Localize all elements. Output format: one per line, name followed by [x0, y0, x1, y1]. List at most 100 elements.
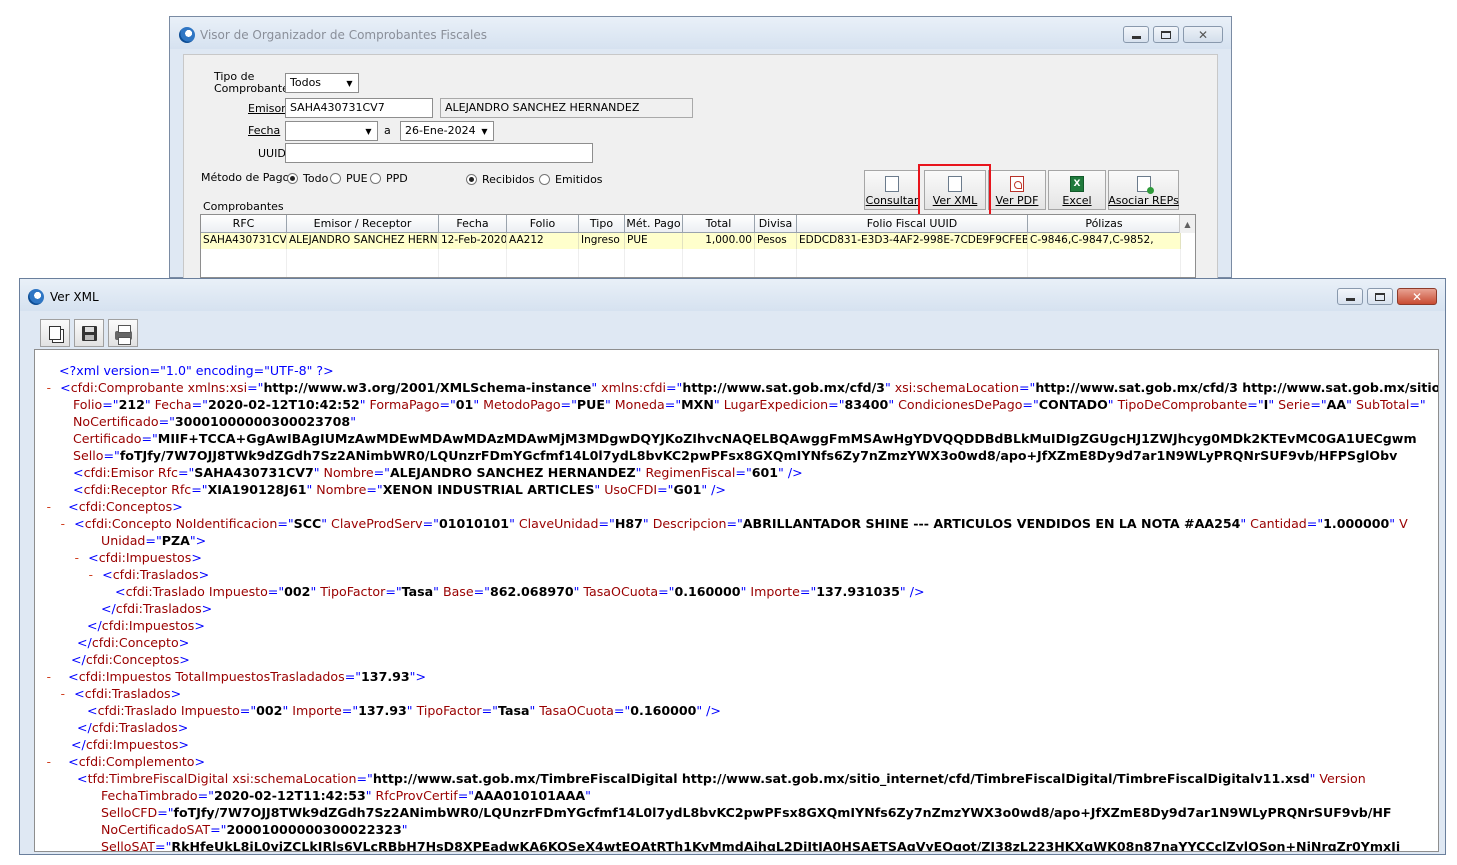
col-rfc[interactable]: RFC — [201, 215, 287, 232]
maximize-button[interactable] — [1153, 26, 1179, 43]
link-document-icon — [1136, 176, 1154, 194]
xml-token: " — [585, 788, 591, 803]
xml-token: =" — [598, 516, 615, 531]
recibidos-radio[interactable]: Recibidos — [466, 173, 535, 186]
cell-folio: AA212 — [507, 233, 579, 249]
xml-token: Descripcion — [652, 516, 727, 531]
chevron-down-icon[interactable]: ▼ — [361, 123, 376, 139]
fecha-desde-picker[interactable]: ▼ — [285, 121, 378, 141]
chevron-down-icon[interactable]: ▼ — [342, 75, 357, 91]
xml-token: xsi:schemaLocation — [232, 771, 357, 786]
collapse-toggle[interactable]: - — [59, 516, 74, 531]
collapse-toggle[interactable]: - — [59, 686, 74, 701]
close-button[interactable]: ✕ — [1397, 288, 1437, 305]
ver-pdf-button[interactable]: Ver PDF — [988, 170, 1046, 210]
collapse-toggle[interactable]: - — [45, 669, 60, 684]
excel-button[interactable]: X Excel — [1048, 170, 1106, 210]
xml-token: =" — [560, 397, 577, 412]
col-divisa[interactable]: Divisa — [755, 215, 797, 232]
xml-token: " — [433, 584, 443, 599]
xml-token: cfdi:Receptor — [83, 482, 172, 497]
xml-token: =" — [658, 584, 675, 599]
col-fecha[interactable]: Fecha — [439, 215, 507, 232]
xml-token: =" — [726, 516, 743, 531]
metodo-todo-radio[interactable]: Todo — [287, 172, 328, 185]
copy-button[interactable] — [40, 319, 70, 347]
xml-token: Importe — [750, 584, 800, 599]
visor-titlebar[interactable]: Visor de Organizador de Comprobantes Fis… — [170, 17, 1231, 49]
minimize-button[interactable] — [1337, 288, 1363, 305]
minimize-button[interactable] — [1123, 26, 1149, 43]
xml-line: <cfdi:Emisor Rfc="SAHA430731CV7" Nombre=… — [73, 464, 803, 481]
collapse-toggle[interactable]: - — [45, 754, 60, 769]
xml-token: RegimenFiscal — [645, 465, 736, 480]
xml-token: AAA010101AAA — [474, 788, 586, 803]
visor-title: Visor de Organizador de Comprobantes Fis… — [200, 28, 487, 42]
tipo-label-2: Comprobante — [214, 82, 289, 95]
scroll-up-arrow-icon[interactable]: ▲ — [1179, 215, 1195, 233]
xml-token: </ — [73, 720, 92, 735]
maximize-icon — [1161, 30, 1171, 39]
tipo-select-value: Todos — [290, 76, 322, 89]
col-met-pago[interactable]: Mét. Pago — [625, 215, 683, 232]
xml-token: =" — [481, 703, 498, 718]
metodo-ppd-radio[interactable]: PPD — [370, 172, 408, 185]
maximize-button[interactable] — [1367, 288, 1393, 305]
xml-line: SelloCFD="foTJfy/7W7OJJ8TWk9dZGdh7Sz2ANi… — [101, 804, 1392, 821]
consultar-button[interactable]: Consultar — [864, 170, 920, 210]
col-polizas[interactable]: Pólizas — [1028, 215, 1181, 232]
grid-header: RFC Emisor / Receptor Fecha Folio Tipo M… — [201, 215, 1181, 233]
close-button[interactable]: ✕ — [1183, 26, 1223, 43]
print-button[interactable] — [108, 319, 138, 347]
fecha-a-label: a — [384, 124, 391, 137]
radio-icon — [330, 173, 341, 184]
xml-token: < — [115, 584, 126, 599]
xml-token: " — [713, 397, 724, 412]
collapse-toggle[interactable]: - — [45, 499, 60, 514]
xml-token: " — [884, 380, 895, 395]
collapse-toggle[interactable]: - — [73, 550, 88, 565]
xml-token: </ — [101, 601, 116, 616]
col-folio[interactable]: Folio — [507, 215, 579, 232]
xml-line: Folio="212" Fecha="2020-02-12T10:42:52" … — [73, 396, 1426, 413]
minimize-icon — [1131, 36, 1141, 39]
chevron-down-icon[interactable]: ▼ — [477, 123, 492, 139]
search-document-icon — [885, 176, 899, 192]
xml-token: =" — [657, 482, 674, 497]
xml-token: cfdi:Traslados — [84, 686, 171, 701]
xml-token: cfdi:Impuestos — [101, 618, 195, 633]
table-row[interactable]: SAHA430731CV7 ALEJANDRO SANCHEZ HERNANDE… — [201, 233, 1181, 249]
col-total[interactable]: Total — [683, 215, 755, 232]
cell-fecha: 12-Feb-2020 — [439, 233, 507, 249]
fecha-hasta-picker[interactable]: 26-Ene-2024 ▼ — [400, 121, 494, 141]
emitidos-radio[interactable]: Emitidos — [539, 173, 603, 186]
xml-token: =" — [366, 482, 383, 497]
xml-token: =" — [1310, 397, 1327, 412]
save-button[interactable] — [74, 319, 104, 347]
xml-line: - <cfdi:Complemento> — [45, 753, 205, 770]
xml-token: =" — [385, 584, 402, 599]
xml-token: ALEJANDRO SANCHEZ HERNANDEZ — [389, 465, 636, 480]
collapse-toggle[interactable]: - — [45, 380, 60, 395]
xml-token: cfdi:Concepto — [84, 516, 176, 531]
uuid-field[interactable] — [285, 143, 593, 163]
xml-token: " — [313, 465, 324, 480]
col-folio-fiscal[interactable]: Folio Fiscal UUID — [797, 215, 1028, 232]
xml-viewer[interactable]: <?xml version="1.0" encoding="UTF-8" ?> -… — [34, 349, 1439, 852]
xml-token: 01010101 — [438, 516, 510, 531]
metodo-pue-radio[interactable]: PUE — [330, 172, 368, 185]
xml-token: http://www.sat.gob.mx/TimbreFiscalDigita… — [372, 771, 1310, 786]
emisor-rfc-field[interactable]: SAHA430731CV7 — [285, 98, 433, 118]
collapse-toggle[interactable]: - — [87, 567, 102, 582]
xml-token: 601 — [751, 465, 779, 480]
xml-token: " /> — [696, 703, 721, 718]
ver-xml-titlebar[interactable]: Ver XML ✕ — [20, 279, 1445, 311]
xml-token: =" — [799, 584, 817, 599]
tipo-select[interactable]: Todos ▼ — [285, 73, 359, 93]
xml-token: =" — [157, 805, 174, 820]
cell-rfc: SAHA430731CV7 — [201, 233, 287, 249]
col-emisor-receptor[interactable]: Emisor / Receptor — [287, 215, 439, 232]
col-tipo[interactable]: Tipo — [579, 215, 625, 232]
asociar-reps-button[interactable]: Asociar REPs — [1108, 170, 1179, 210]
comprobantes-grid[interactable]: RFC Emisor / Receptor Fecha Folio Tipo M… — [200, 214, 1196, 278]
